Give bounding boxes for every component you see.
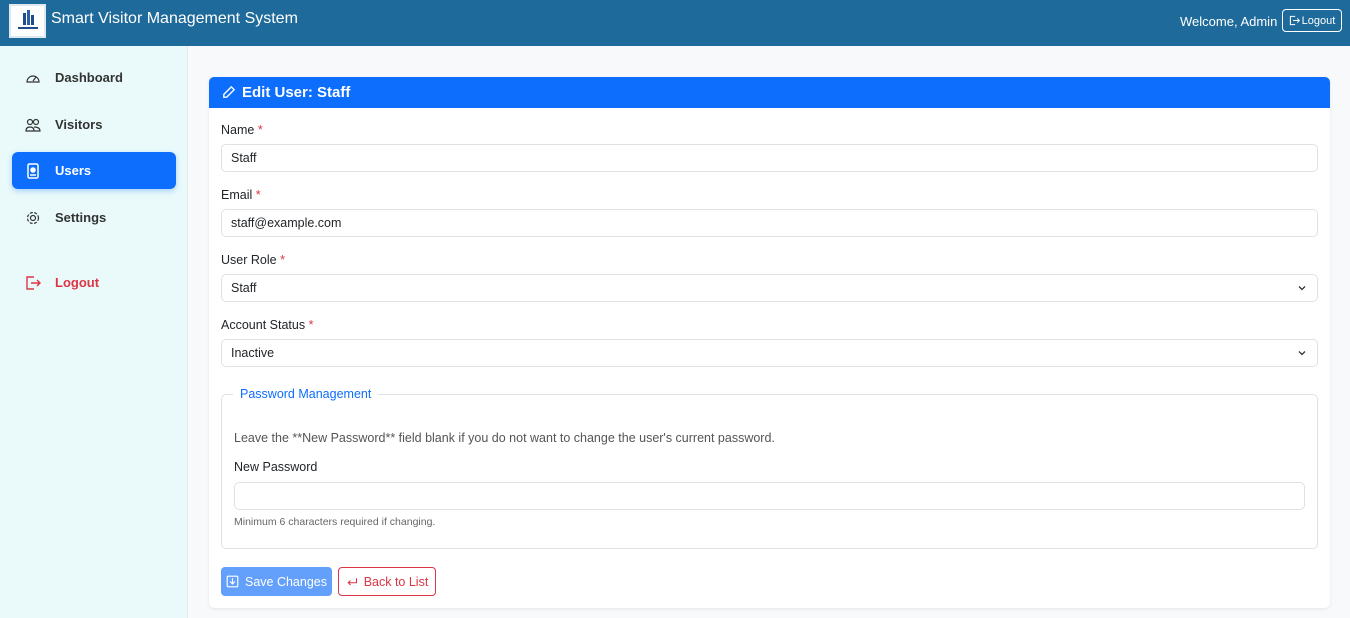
password-note: Leave the **New Password** field blank i… [234, 431, 775, 445]
new-password-input[interactable] [234, 482, 1305, 510]
sidebar-item-label: Visitors [55, 117, 103, 132]
save-icon [226, 575, 239, 588]
return-arrow-icon [347, 577, 357, 585]
chevron-down-icon [1298, 351, 1306, 356]
save-changes-button[interactable]: Save Changes [221, 567, 332, 596]
logout-icon [26, 275, 41, 290]
sidebar-item-visitors[interactable]: Visitors [12, 106, 176, 143]
sidebar-item-label: Settings [55, 210, 107, 225]
sidebar-item-users[interactable]: Users [12, 152, 176, 189]
status-label: Account Status * [221, 318, 314, 332]
password-legend: Password Management [240, 387, 372, 401]
person-badge-icon [27, 162, 39, 179]
sidebar-item-logout[interactable]: Logout [12, 264, 176, 301]
sidebar-item-settings[interactable]: Settings [12, 199, 176, 236]
header-logout-button[interactable]: Logout [1282, 9, 1342, 32]
page-title: Edit User: Staff [242, 84, 351, 101]
welcome-text: Welcome, Admin [1180, 14, 1278, 29]
sidebar-item-label: Users [55, 163, 92, 178]
new-password-label: New Password [234, 460, 318, 474]
header-logout-label: Logout [1301, 14, 1336, 27]
name-label: Name * [221, 123, 263, 137]
role-label: User Role * [221, 253, 285, 267]
gauge-icon [26, 74, 40, 83]
status-select[interactable]: Inactive [221, 339, 1318, 367]
app-title: Smart Visitor Management System [51, 10, 298, 27]
password-help-text: Minimum 6 characters required if changin… [234, 516, 436, 528]
card-header: Edit User: Staff [209, 77, 1330, 108]
people-icon [25, 118, 41, 132]
password-fieldset: Password Management Leave the **New Pass… [221, 387, 1318, 549]
top-navbar: Smart Visitor Management System Welcome,… [0, 0, 1350, 46]
sidebar: Dashboard Visitors Users Settings Logout [0, 46, 188, 618]
sidebar-item-label: Dashboard [55, 70, 123, 85]
email-input[interactable]: staff@example.com [221, 209, 1318, 237]
sidebar-item-label: Logout [55, 275, 100, 290]
back-to-list-button[interactable]: Back to List [338, 567, 436, 596]
name-input[interactable]: Staff [221, 144, 1318, 172]
role-select[interactable]: Staff [221, 274, 1318, 302]
logout-icon [1289, 15, 1300, 26]
pencil-icon [223, 85, 236, 98]
sidebar-item-dashboard[interactable]: Dashboard [12, 59, 176, 96]
edit-user-card: Edit User: Staff Name * Staff Email * st… [209, 77, 1330, 608]
email-label: Email * [221, 188, 261, 202]
chevron-down-icon [1298, 286, 1306, 291]
app-logo [9, 4, 46, 38]
gear-icon [26, 211, 40, 224]
